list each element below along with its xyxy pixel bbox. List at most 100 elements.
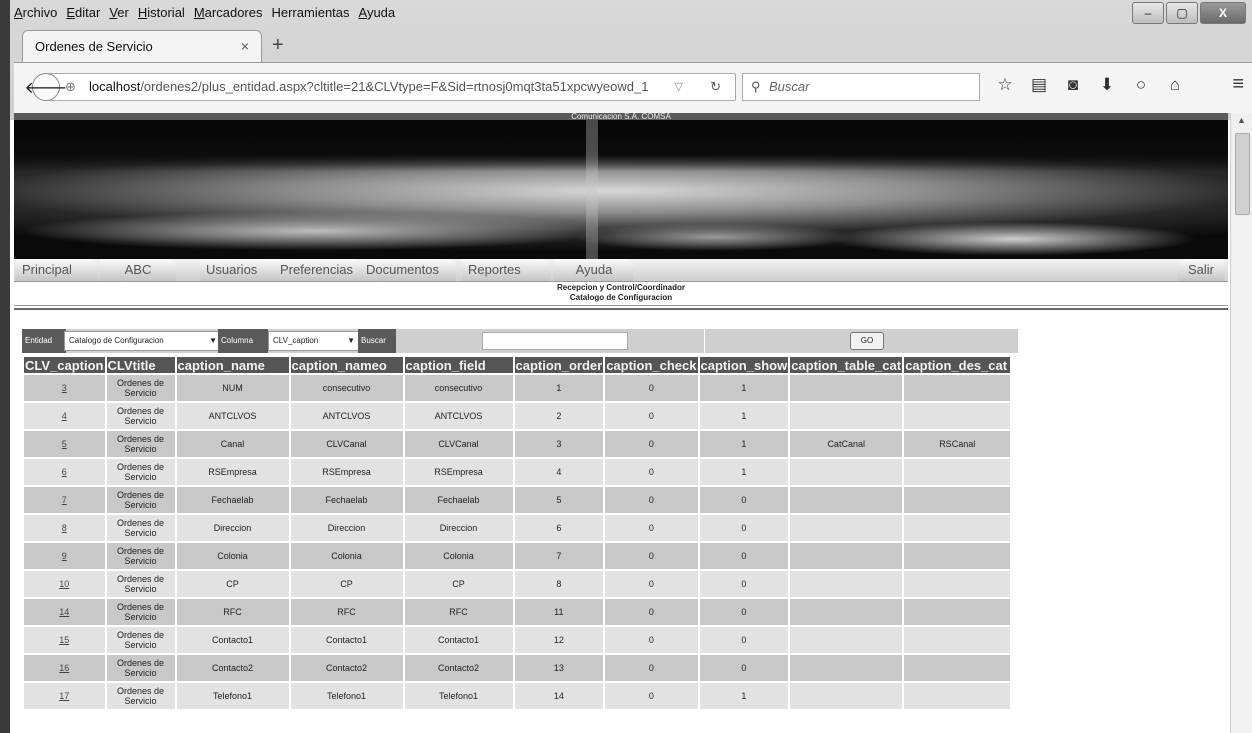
- nav-salir[interactable]: Salir: [1177, 259, 1224, 281]
- nav-abc[interactable]: ABC: [100, 259, 176, 281]
- row-link[interactable]: 14: [59, 607, 69, 617]
- cell-caption-show: 1: [699, 403, 789, 429]
- col-caption-check[interactable]: caption_check: [605, 357, 698, 373]
- menu-historial[interactable]: Historial: [138, 5, 185, 25]
- cell-clv-caption: 4: [24, 403, 105, 429]
- nav-reportes[interactable]: Reportes: [462, 259, 550, 281]
- row-link[interactable]: 9: [62, 551, 67, 561]
- cell-caption-field: consecutivo: [404, 375, 513, 401]
- hamburger-menu-icon[interactable]: ≡: [1232, 73, 1244, 96]
- browser-tab[interactable]: Ordenes de Servicio ×: [22, 30, 262, 63]
- col-caption-des-cat[interactable]: caption_des_cat: [904, 357, 1011, 373]
- col-caption-table-cat[interactable]: caption_table_cat: [790, 357, 903, 373]
- menu-ayuda[interactable]: Ayuda: [359, 5, 396, 25]
- cell-caption-show: 0: [699, 487, 789, 513]
- home-icon[interactable]: ⌂: [1158, 75, 1192, 95]
- header-banner: Comunicacion S.A. COMSA: [14, 113, 1228, 259]
- row-link[interactable]: 6: [62, 467, 67, 477]
- cell-caption-order: 5: [514, 487, 604, 513]
- tab-close-icon[interactable]: ×: [241, 38, 249, 54]
- new-tab-button[interactable]: +: [272, 34, 284, 57]
- menu-archivo[interactable]: Archivo: [14, 5, 57, 25]
- menu-herramientas[interactable]: Herramientas: [271, 5, 349, 25]
- col-caption-order[interactable]: caption_order: [514, 357, 604, 373]
- row-link[interactable]: 8: [62, 523, 67, 533]
- table-row: 14 Ordenes de Servicio RFC RFC RFC 11 0 0: [24, 599, 1011, 625]
- cell-caption-des-cat: [904, 515, 1011, 541]
- scroll-up-icon[interactable]: ▲: [1237, 115, 1246, 125]
- cell-caption-nameo: CP: [290, 571, 403, 597]
- cell-caption-table-cat: [790, 683, 903, 709]
- cell-caption-check: 0: [605, 599, 698, 625]
- bookmark-star-icon[interactable]: ☆: [988, 75, 1022, 95]
- columna-select[interactable]: CLV_caption ▼: [268, 331, 360, 351]
- reading-list-icon[interactable]: ▤: [1022, 75, 1056, 95]
- cell-clvtitle: Ordenes de Servicio: [106, 515, 175, 541]
- reload-icon[interactable]: ↻: [710, 74, 721, 100]
- cell-caption-show: 0: [699, 627, 789, 653]
- close-window-button[interactable]: X: [1200, 2, 1246, 24]
- col-caption-field[interactable]: caption_field: [404, 357, 513, 373]
- col-caption-nameo[interactable]: caption_nameo: [290, 357, 403, 373]
- cell-caption-check: 0: [605, 403, 698, 429]
- menu-editar[interactable]: Editar: [66, 5, 100, 25]
- row-link[interactable]: 15: [59, 635, 69, 645]
- cell-caption-order: 2: [514, 403, 604, 429]
- chevron-down-icon: ▼: [209, 336, 217, 345]
- entidad-select[interactable]: Catalogo de Configuracion ▼: [64, 331, 222, 351]
- row-link[interactable]: 10: [59, 579, 69, 589]
- url-bar[interactable]: ⊕ localhost/ordenes2/plus_entidad.aspx?c…: [48, 73, 736, 101]
- row-link[interactable]: 17: [59, 691, 69, 701]
- columna-label: Columna: [218, 329, 268, 353]
- minimize-button[interactable]: –: [1132, 2, 1164, 24]
- col-caption-name[interactable]: caption_name: [176, 357, 289, 373]
- col-caption-show[interactable]: caption_show: [699, 357, 789, 373]
- nav-principal[interactable]: Principal: [16, 259, 98, 281]
- back-button[interactable]: 🡐: [25, 73, 67, 101]
- cell-caption-nameo: ANTCLVOS: [290, 403, 403, 429]
- nav-usuarios[interactable]: Usuarios: [200, 259, 278, 281]
- table-row: 9 Ordenes de Servicio Colonia Colonia Coloni…: [24, 543, 1011, 569]
- entidad-label: Entidad: [22, 329, 66, 353]
- row-link[interactable]: 7: [62, 495, 67, 505]
- row-link[interactable]: 4: [62, 411, 67, 421]
- col-clv-caption[interactable]: CLV_caption: [24, 357, 105, 373]
- nav-documentos[interactable]: Documentos: [360, 259, 456, 281]
- cell-clv-caption: 6: [24, 459, 105, 485]
- cell-caption-order: 3: [514, 431, 604, 457]
- url-path: /ordenes2/plus_entidad.aspx?cltitle=21&C…: [140, 79, 649, 94]
- cell-caption-show: 0: [699, 599, 789, 625]
- search-bar[interactable]: ⚲ Buscar: [742, 73, 980, 101]
- scrollbar-thumb[interactable]: [1235, 133, 1250, 215]
- window-controls: – ▢ X: [1132, 2, 1246, 24]
- company-title: Comunicacion S.A. COMSA: [571, 113, 671, 121]
- cell-caption-check: 0: [605, 431, 698, 457]
- nav-ayuda[interactable]: Ayuda: [554, 259, 634, 281]
- cell-clv-caption: 15: [24, 627, 105, 653]
- menu-marcadores[interactable]: Marcadores: [194, 5, 263, 25]
- table-row: 10 Ordenes de Servicio CP CP CP 8 0 0: [24, 571, 1011, 597]
- col-clvtitle[interactable]: CLVtitle: [106, 357, 175, 373]
- pocket-icon[interactable]: ◙: [1056, 75, 1090, 95]
- site-nav: Principal ABC Usuarios Preferencias Docu…: [14, 259, 1228, 282]
- url-dropdown-icon[interactable]: ▽: [675, 74, 683, 100]
- buscar-input[interactable]: [482, 332, 628, 350]
- nav-preferencias[interactable]: Preferencias: [274, 259, 362, 281]
- cell-caption-order: 13: [514, 655, 604, 681]
- maximize-button[interactable]: ▢: [1166, 2, 1198, 24]
- cell-clvtitle: Ordenes de Servicio: [106, 655, 175, 681]
- cell-caption-order: 7: [514, 543, 604, 569]
- page-scrollbar[interactable]: ▲: [1230, 113, 1252, 733]
- row-link[interactable]: 3: [62, 383, 67, 393]
- row-link[interactable]: 5: [62, 439, 67, 449]
- row-link[interactable]: 16: [59, 663, 69, 673]
- cell-clvtitle: Ordenes de Servicio: [106, 403, 175, 429]
- cell-caption-table-cat: [790, 543, 903, 569]
- go-button[interactable]: GO: [850, 332, 884, 350]
- menu-ver[interactable]: Ver: [109, 5, 129, 25]
- download-icon[interactable]: ⬇: [1090, 75, 1124, 95]
- chat-icon[interactable]: ○: [1124, 75, 1158, 95]
- cell-caption-nameo: Fechaelab: [290, 487, 403, 513]
- cell-caption-name: ANTCLVOS: [176, 403, 289, 429]
- cell-caption-check: 0: [605, 543, 698, 569]
